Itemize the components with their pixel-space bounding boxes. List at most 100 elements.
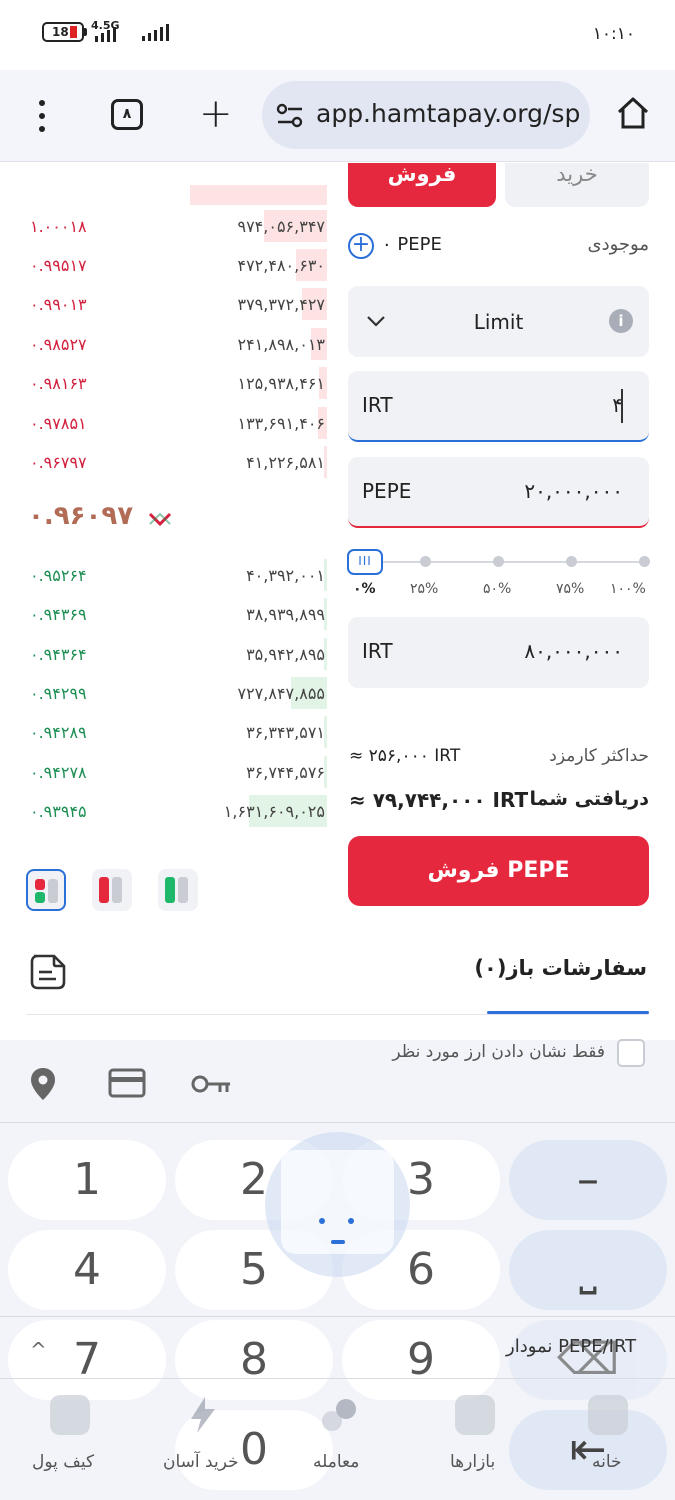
filter-label: فقط نشان دادن ارز مورد نظر [392,1042,605,1062]
bolt-icon[interactable] [183,1395,223,1435]
markets-icon[interactable] [455,1395,495,1435]
bid-price: ۰.۹۳۹۴۵ [30,802,87,821]
key-minus[interactable]: – [509,1140,667,1220]
url-text: app.hamtapay.org/sp [316,99,581,128]
nav-easy-buy[interactable]: خرید آسان [163,1452,239,1472]
trade-icon[interactable] [320,1395,360,1435]
bid-row[interactable]: ۰.۹۴۲۸۹ ۳۶,۳۴۳,۵۷۱ [0,713,335,751]
bid-amount: ۴۰,۳۹۲,۰۰۱ [246,566,325,585]
slider-label[interactable]: ۵۰% [483,581,511,597]
bid-price: ۰.۹۴۲۹۹ [30,684,87,703]
bubble-eye [348,1218,354,1224]
orderbook-depth-bar [190,185,327,205]
key-backspace[interactable]: ⌫ [509,1320,667,1400]
receive-value: ≈ ۷۹,۷۴۴,۰۰۰ IRT [349,788,529,812]
total-input[interactable]: IRT ۸۰,۰۰۰,۰۰۰ [348,617,649,688]
fee-label: حداکثر کارمزد [549,746,649,766]
chart-link[interactable]: نمودار PEPE/IRT [506,1336,636,1357]
bid-amount: ۳۵,۹۴۲,۸۹۵ [246,645,325,664]
nav-trade[interactable]: معامله [313,1452,359,1472]
info-icon[interactable]: i [609,309,633,333]
price-trend-icon [148,512,172,526]
site-settings-icon[interactable] [276,103,304,129]
key-space[interactable]: ⎵ [509,1230,667,1310]
bid-row[interactable]: ۰.۹۴۲۷۸ ۳۶,۷۴۴,۵۷۶ [0,753,335,791]
ask-row[interactable]: ۰.۹۶۷۹۷ ۴۱,۲۲۶,۵۸۱ [0,443,335,481]
location-icon[interactable] [29,1066,57,1102]
key-8[interactable]: 8 [175,1320,333,1400]
slider-stop[interactable] [639,556,650,567]
amount-input[interactable]: PEPE ۲۰,۰۰۰,۰۰۰ [348,457,649,528]
bid-row[interactable]: ۰.۹۵۲۶۴ ۴۰,۳۹۲,۰۰۱ [0,556,335,594]
tab-switcher-button[interactable]: ۸ [111,99,143,130]
battery-indicator: 18 [42,22,84,42]
ask-price: ۰.۹۹۵۱۷ [30,256,87,275]
ask-amount: ۴۱,۲۲۶,۵۸۱ [246,453,325,472]
new-tab-button[interactable]: + [199,94,233,134]
ask-price: ۰.۹۶۷۹۷ [30,453,87,472]
view-bids-icon[interactable] [158,869,198,911]
bid-price: ۰.۹۵۲۶۴ [30,566,87,585]
order-history-icon[interactable] [28,952,68,992]
amount-currency: PEPE [362,479,412,503]
fee-value: ≈ ۲۵۶,۰۰۰ IRT [349,746,461,766]
bid-row[interactable]: ۰.۹۴۳۶۴ ۳۵,۹۴۲,۸۹۵ [0,635,335,673]
ask-amount: ۹۷۴,۰۵۶,۳۴۷ [237,217,325,236]
credit-card-icon[interactable] [108,1068,146,1098]
slider-label[interactable]: ۲۵% [410,581,438,597]
ask-row[interactable]: ۰.۹۹۰۱۳ ۳۷۹,۳۷۲,۴۲۷ [0,285,335,323]
view-both-icon[interactable] [26,869,66,911]
tab-buy[interactable]: خرید [505,163,649,207]
deposit-plus-icon[interactable]: + [348,233,374,259]
home-nav-icon[interactable] [588,1395,628,1435]
slider-label[interactable]: ۷۵% [556,581,584,597]
bid-row[interactable]: ۰.۹۳۹۴۵ ۱,۶۳۱,۶۰۹,۰۲۵ [0,792,335,830]
ask-row[interactable]: ۰.۹۹۵۱۷ ۴۷۲,۴۸۰,۶۳۰ [0,246,335,284]
battery-low-mark [70,26,77,38]
address-bar[interactable]: app.hamtapay.org/sp [262,81,590,149]
bid-amount: ۷۲۷,۸۴۷,۸۵۵ [237,684,325,703]
balance-label: موجودی [587,234,649,255]
bid-row[interactable]: ۰.۹۴۲۹۹ ۷۲۷,۸۴۷,۸۵۵ [0,674,335,712]
active-tab-indicator [487,1011,649,1014]
tab-open-orders[interactable]: سفارشات باز(۰) [474,956,647,980]
tab-sell[interactable]: فروش [348,163,496,207]
ask-row[interactable]: ۱.۰۰۰۱۸ ۹۷۴,۰۵۶,۳۴۷ [0,207,335,245]
bid-amount: ۳۶,۷۴۴,۵۷۶ [246,763,325,782]
key-1[interactable]: 1 [8,1140,166,1220]
ask-row[interactable]: ۰.۹۷۸۵۱ ۱۳۳,۶۹۱,۴۰۶ [0,404,335,442]
percent-slider-track[interactable] [365,561,645,563]
slider-stop[interactable] [566,556,577,567]
bid-row[interactable]: ۰.۹۴۳۶۹ ۳۸,۹۳۹,۸۹۹ [0,595,335,633]
wallet-icon[interactable] [50,1395,90,1435]
ask-row[interactable]: ۰.۹۸۵۲۷ ۲۴۱,۸۹۸,۰۱۳ [0,325,335,363]
bubble-eye [319,1218,325,1224]
slider-label[interactable]: ۱۰۰% [610,581,646,597]
order-type-select[interactable]: Limit i [348,286,649,357]
slider-stop[interactable] [420,556,431,567]
bid-price: ۰.۹۴۳۶۴ [30,645,87,664]
filter-checkbox[interactable] [617,1039,645,1067]
browser-menu-icon[interactable] [30,98,54,134]
nav-home[interactable]: خانه [592,1452,622,1472]
home-icon[interactable] [616,96,650,130]
slider-stop[interactable] [493,556,504,567]
signal-icon-2 [142,24,169,41]
slider-label[interactable]: ۰% [353,581,376,597]
bid-amount: ۱,۶۳۱,۶۰۹,۰۲۵ [223,802,325,821]
sell-submit-button[interactable]: فروش PEPE [348,836,649,906]
price-input[interactable]: IRT ۴ [348,371,649,442]
nav-markets[interactable]: بازارها [450,1452,495,1472]
key-icon[interactable] [190,1072,232,1096]
nav-wallet[interactable]: کیف پول [32,1452,94,1472]
signal-icon [95,27,116,42]
key-4[interactable]: 4 [8,1230,166,1310]
chevron-up-icon[interactable]: ^ [30,1338,47,1362]
key-9[interactable]: 9 [342,1320,500,1400]
slider-handle[interactable]: III [347,549,383,575]
ask-amount: ۱۳۳,۶۹۱,۴۰۶ [237,414,325,433]
bid-amount: ۳۸,۹۳۹,۸۹۹ [246,605,325,624]
ask-row[interactable]: ۰.۹۸۱۶۳ ۱۲۵,۹۳۸,۴۶۱ [0,364,335,402]
bid-price: ۰.۹۴۳۶۹ [30,605,87,624]
view-asks-icon[interactable] [92,869,132,911]
